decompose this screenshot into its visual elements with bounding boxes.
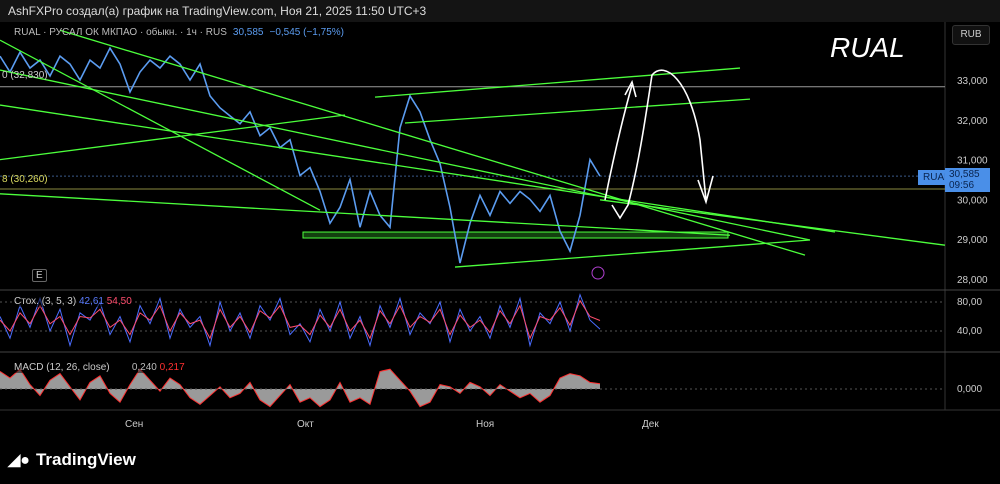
time-tick-label: Окт	[297, 419, 314, 430]
macd-label: MACD (12, 26, close)	[14, 362, 110, 373]
symbol-legend: RUAL · РУСАЛ ОК МКПАО · обыкн. · 1ч · RU…	[14, 27, 344, 38]
price-tag: 30,585 09:56	[945, 168, 990, 192]
price-tag-value: 30,585	[949, 169, 980, 180]
level-label-1: 0 (32,830)	[2, 70, 48, 81]
tradingview-logo[interactable]: ◢● TradingView	[8, 450, 136, 470]
bar-countdown: 09:56	[949, 180, 975, 191]
symbol-description: RUAL · РУСАЛ ОК МКПАО · обыкн. · 1ч · RU…	[14, 27, 227, 38]
tradingview-logo-icon: ◢●	[8, 452, 30, 469]
stoch-tick-80: 80,00	[957, 297, 983, 308]
price-tick-label: 31,000	[957, 156, 988, 167]
events-button[interactable]: E	[32, 269, 47, 282]
stoch-d-value: 54,50	[106, 296, 132, 307]
last-price: 30,585	[232, 27, 264, 38]
chart-title: RUAL	[830, 32, 905, 63]
macd-signal-value: 0,217	[159, 362, 185, 373]
macd-value: 0,240	[131, 362, 157, 373]
time-tick-label: Дек	[642, 419, 659, 430]
forecast-arrow-drawing	[604, 69, 714, 220]
macd-legend: MACD (12, 26, close) 0,240 0,217	[14, 362, 185, 373]
trendline	[0, 69, 811, 241]
event-icon	[591, 266, 605, 280]
support-zone	[302, 231, 729, 239]
trendline	[454, 239, 811, 268]
stoch-tick-40: 40,00	[957, 326, 983, 337]
stoch-legend: Стох. (3, 5, 3) 42,61 54,50	[14, 296, 132, 307]
price-tick-label: 33,000	[957, 76, 988, 87]
trendline	[0, 104, 836, 233]
price-tick-label: 28,000	[957, 275, 988, 286]
trendline	[404, 98, 751, 124]
time-tick-label: Сен	[125, 419, 143, 430]
macd-area	[0, 369, 600, 407]
brand-name: TradingView	[35, 450, 136, 469]
price-line	[0, 46, 601, 264]
price-tick-label: 29,000	[957, 235, 988, 246]
price-chart[interactable]: 33,000 32,000 31,000 30,000 29,000 28,000 Сен О…	[0, 0, 1000, 440]
time-tick-label: Ноя	[476, 419, 494, 430]
macd-tick-0: 0,000	[957, 384, 983, 395]
price-tick-label: 30,000	[957, 195, 988, 206]
trendline	[0, 39, 321, 211]
trendline	[59, 29, 806, 256]
currency-button[interactable]: RUB	[952, 25, 990, 45]
stoch-k-value: 42,61	[78, 296, 104, 307]
level-label-2: 8 (30,260)	[2, 174, 48, 185]
price-tick-label: 32,000	[957, 116, 988, 127]
price-change: −0,545 (−1,75%)	[269, 27, 344, 38]
stoch-label: Стох. (3, 5, 3)	[14, 296, 77, 307]
